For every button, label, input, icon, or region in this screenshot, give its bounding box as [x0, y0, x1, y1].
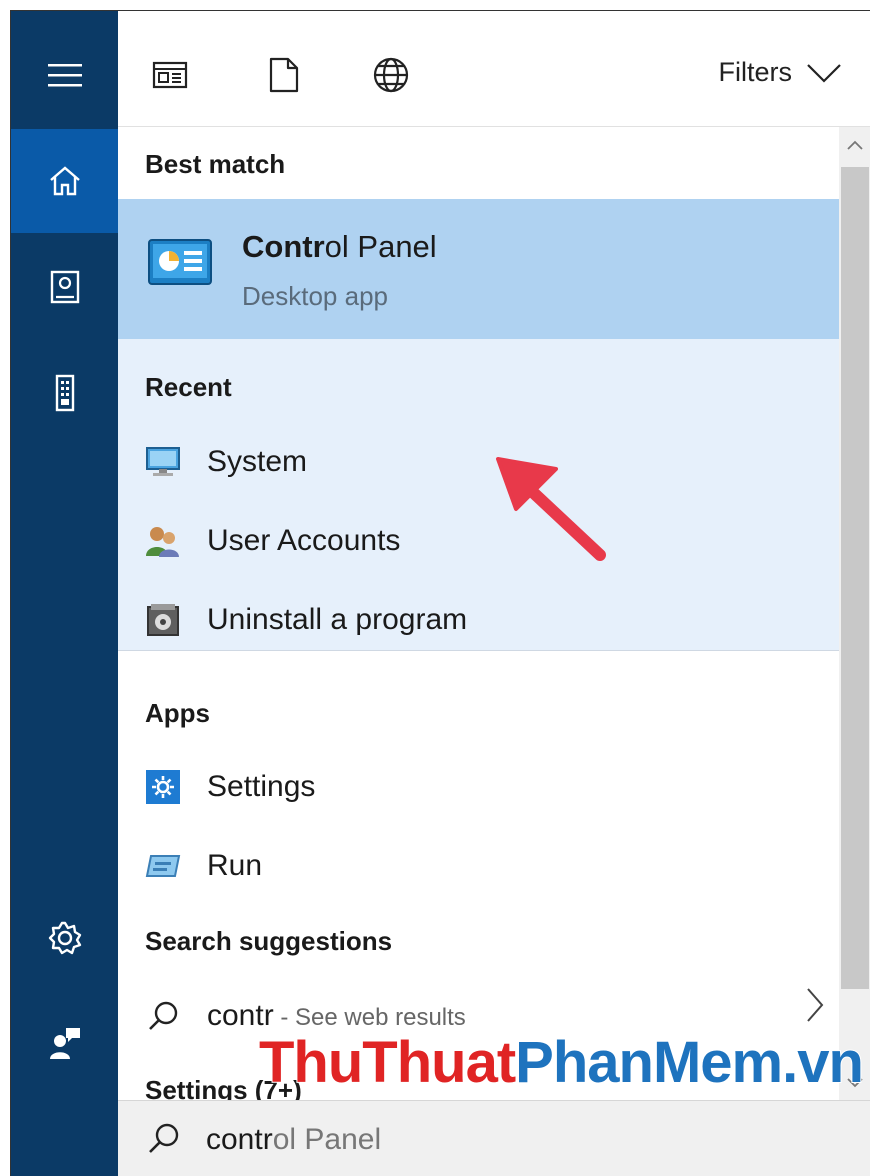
best-match-title: Control Panel: [242, 229, 437, 265]
control-panel-icon: [148, 239, 212, 285]
watermark-part-1: ThuThuat: [258, 1029, 517, 1096]
best-match-title-rest: ol Panel: [324, 229, 437, 264]
document-icon: [269, 57, 299, 93]
run-icon: [145, 848, 181, 884]
app-item-label: Settings: [207, 770, 316, 803]
device-button[interactable]: [11, 341, 118, 445]
watermark-part-2: PhanMem.vn: [514, 1029, 865, 1096]
search-input[interactable]: control Panel: [206, 1123, 381, 1157]
chevron-right-icon[interactable]: [805, 987, 825, 1023]
search-suggestions-header: Search suggestions: [145, 926, 393, 956]
suggestion-hint: - See web results: [273, 1004, 466, 1031]
monitor-icon: [145, 444, 181, 480]
suggestion-text: contr - See web results: [207, 999, 466, 1033]
search-icon: [145, 998, 181, 1034]
filter-toolbar: Filters: [118, 11, 870, 127]
chevron-down-icon: [807, 63, 841, 83]
gear-app-icon: [145, 769, 181, 805]
users-icon: [145, 523, 181, 559]
news-icon: [152, 61, 188, 89]
notebook-button[interactable]: [11, 235, 118, 339]
recent-item-label: User Accounts: [207, 524, 401, 557]
recent-item-system[interactable]: System: [145, 437, 307, 487]
search-box[interactable]: control Panel: [118, 1100, 870, 1176]
search-box-icon: [149, 1123, 179, 1153]
news-filter-button[interactable]: [150, 55, 190, 95]
recent-item-uninstall[interactable]: Uninstall a program: [145, 595, 467, 645]
best-match-item[interactable]: Control Panel Desktop app: [118, 199, 839, 339]
best-match-title-bold: Contr: [242, 229, 325, 264]
menu-button[interactable]: [11, 23, 118, 127]
notebook-icon: [50, 270, 79, 304]
scroll-up-icon[interactable]: [846, 139, 864, 151]
recent-item-user-accounts[interactable]: User Accounts: [145, 516, 400, 566]
menu-icon: [47, 64, 82, 87]
feedback-button[interactable]: [11, 991, 118, 1095]
settings-button[interactable]: [11, 886, 118, 990]
best-match-subtitle: Desktop app: [242, 281, 388, 311]
recent-item-label: System: [207, 445, 308, 478]
suggestion-query: contr: [207, 999, 274, 1032]
filters-label: Filters: [718, 57, 793, 87]
search-completion-text: ol Panel: [272, 1123, 382, 1156]
scroll-thumb[interactable]: [841, 167, 869, 989]
search-typed-text: contr: [206, 1123, 273, 1156]
feedback-icon: [49, 1028, 80, 1059]
home-icon: [49, 166, 80, 196]
device-icon: [55, 374, 74, 412]
app-item-settings[interactable]: Settings: [145, 762, 315, 812]
results-scrollbar[interactable]: [839, 127, 870, 1100]
apps-header: Apps: [145, 698, 210, 728]
left-rail: [11, 11, 118, 1176]
web-filter-button[interactable]: [371, 55, 411, 95]
recent-item-label: Uninstall a program: [207, 603, 468, 636]
app-item-run[interactable]: Run: [145, 841, 262, 891]
document-filter-button[interactable]: [264, 55, 304, 95]
best-match-header: Best match: [145, 149, 286, 179]
filters-dropdown[interactable]: Filters: [719, 57, 843, 88]
start-search-window: Filters Best match Control Panel Desktop…: [10, 10, 870, 1176]
program-icon: [145, 602, 181, 638]
results-list: Best match Control Panel Desktop app Rec…: [118, 127, 839, 1100]
watermark: ThuThuatPhanMem.vn: [258, 1029, 865, 1096]
home-button[interactable]: [11, 129, 118, 233]
settings-icon: [48, 921, 81, 955]
globe-icon: [373, 57, 409, 93]
app-item-label: Run: [207, 849, 263, 882]
recent-header: Recent: [145, 372, 232, 402]
red-arrow-annotation: [496, 457, 606, 561]
